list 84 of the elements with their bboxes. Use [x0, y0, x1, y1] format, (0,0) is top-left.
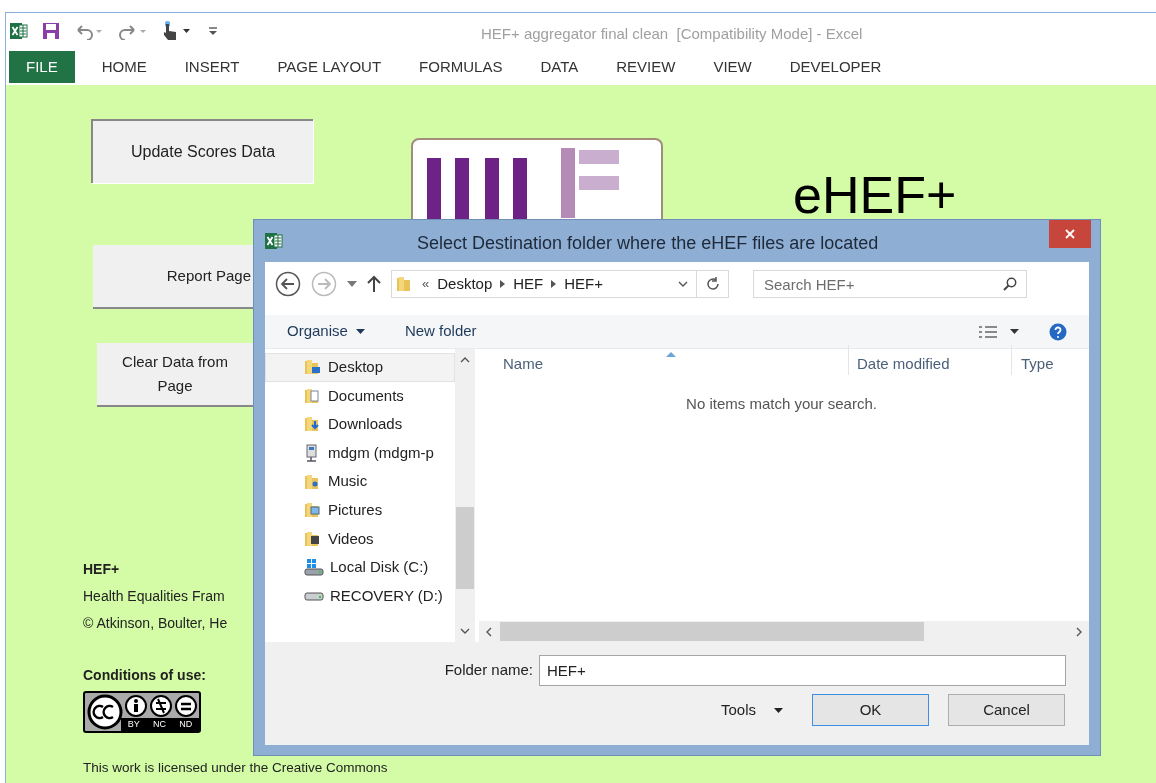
info-text: Health Equalities Fram [83, 587, 226, 606]
caret-icon [355, 329, 365, 334]
folder-icon [304, 386, 322, 405]
nav-item[interactable]: Pictures [265, 495, 455, 525]
back-button[interactable] [275, 271, 301, 297]
scroll-right-icon[interactable] [1074, 626, 1084, 637]
path-segment[interactable]: HEF+ [564, 272, 604, 296]
redo-icon[interactable] [118, 22, 148, 40]
scroll-down-icon[interactable] [460, 626, 470, 636]
save-icon[interactable] [42, 22, 60, 40]
up-arrow-icon[interactable] [367, 275, 381, 293]
windows-disk-icon [304, 558, 324, 577]
dialog-button[interactable]: OK [812, 694, 929, 726]
dialog-app-icon [265, 232, 283, 250]
folder-icon [304, 501, 322, 520]
folder-icon [304, 358, 322, 377]
ribbon-tab[interactable]: FORMULAS [402, 51, 520, 83]
search-field[interactable]: Search HEF+ [753, 270, 1027, 298]
nav-item[interactable]: Videos [265, 524, 455, 554]
scrollbar[interactable] [455, 349, 475, 642]
organise-menu[interactable]: Organise [287, 320, 365, 343]
ribbon-tab[interactable]: PAGE LAYOUT [260, 51, 399, 83]
folder-icon [304, 529, 322, 548]
empty-message: No items match your search. [686, 394, 877, 414]
nav-item[interactable]: Desktop [265, 353, 455, 382]
drive-icon [304, 591, 324, 601]
nav-item[interactable]: mdgm (mdgm-p [265, 438, 455, 468]
address-dropdown-icon[interactable] [678, 279, 688, 289]
caret-icon [774, 707, 783, 713]
path-separator-icon[interactable] [551, 280, 557, 288]
scroll-up-icon[interactable] [460, 355, 470, 365]
macro-button[interactable]: Report Page [93, 245, 253, 309]
conditions-title: Conditions of use: [83, 666, 207, 685]
excel-icon [10, 22, 28, 40]
license-label: NC [153, 718, 166, 731]
license-label: BY [127, 718, 140, 731]
ribbon-tab[interactable]: INSERT [167, 51, 257, 83]
nav-item[interactable]: Music [265, 467, 455, 496]
macro-button[interactable]: Clear Data from Page [97, 343, 253, 407]
folder-name-field[interactable]: HEF+ [539, 655, 1066, 686]
path-separator-icon[interactable] [500, 280, 506, 288]
close-icon [1065, 229, 1075, 239]
license-text: This work is licensed under the Creative Commons [83, 759, 388, 776]
column-header[interactable]: Date modified [849, 345, 1012, 375]
help-icon[interactable] [1049, 322, 1067, 341]
scroll-left-icon[interactable] [484, 626, 494, 637]
address-bar[interactable]: « Desktop HEF HEF+ [391, 270, 729, 298]
macro-button[interactable]: Update Scores Data [91, 119, 313, 183]
dialog-title: Select Destination folder where the eHEF files are located [417, 232, 879, 255]
sort-arrow-icon [666, 352, 676, 357]
ribbon-tab[interactable]: VIEW [696, 51, 769, 83]
undo-icon[interactable] [74, 22, 104, 40]
info-text: © Atkinson, Boulter, He [83, 614, 229, 633]
nav-item[interactable]: RECOVERY (D:) [265, 581, 455, 611]
path-segment[interactable]: HEF [513, 272, 544, 296]
new-folder-button[interactable]: New folder [404, 320, 477, 343]
nav-item[interactable]: Downloads [265, 410, 455, 439]
ribbon-tab[interactable]: REVIEW [599, 51, 693, 83]
tools-menu[interactable]: Tools [720, 698, 783, 722]
horizontal-scrollbar[interactable] [479, 621, 1089, 642]
info-title: HEF+ [83, 560, 121, 579]
nav-item[interactable]: Documents [265, 381, 455, 411]
customize-toolbar-icon[interactable] [208, 25, 218, 37]
dialog-button[interactable]: Cancel [948, 694, 1065, 726]
refresh-icon[interactable] [705, 277, 720, 291]
path-segment[interactable]: Desktop [437, 272, 493, 296]
nav-item[interactable]: Local Disk (C:) [265, 553, 455, 582]
download-folder-icon [304, 415, 322, 434]
page-heading: eHEF+ [793, 165, 957, 225]
ribbon-tab[interactable]: HOME [84, 51, 164, 83]
column-header[interactable]: Name [479, 345, 849, 375]
column-header[interactable]: Type [1012, 352, 1054, 375]
path-overflow[interactable]: « [422, 274, 430, 294]
ribbon-tab[interactable]: DEVELOPER [772, 51, 899, 83]
view-options-icon[interactable] [978, 324, 998, 339]
close-button[interactable] [1049, 220, 1091, 248]
history-dropdown-icon[interactable] [347, 281, 357, 287]
search-icon [1003, 277, 1017, 291]
window-title: HEF+ aggregator final clean [Compatibility Mode] - Excel [481, 24, 863, 44]
caret-icon[interactable] [1010, 329, 1019, 334]
license-label: ND [179, 718, 193, 731]
folder-name-label: Folder name: [444, 660, 533, 681]
ribbon-tab[interactable]: DATA [523, 51, 596, 83]
ribbon-tab[interactable]: FILE [9, 51, 75, 83]
